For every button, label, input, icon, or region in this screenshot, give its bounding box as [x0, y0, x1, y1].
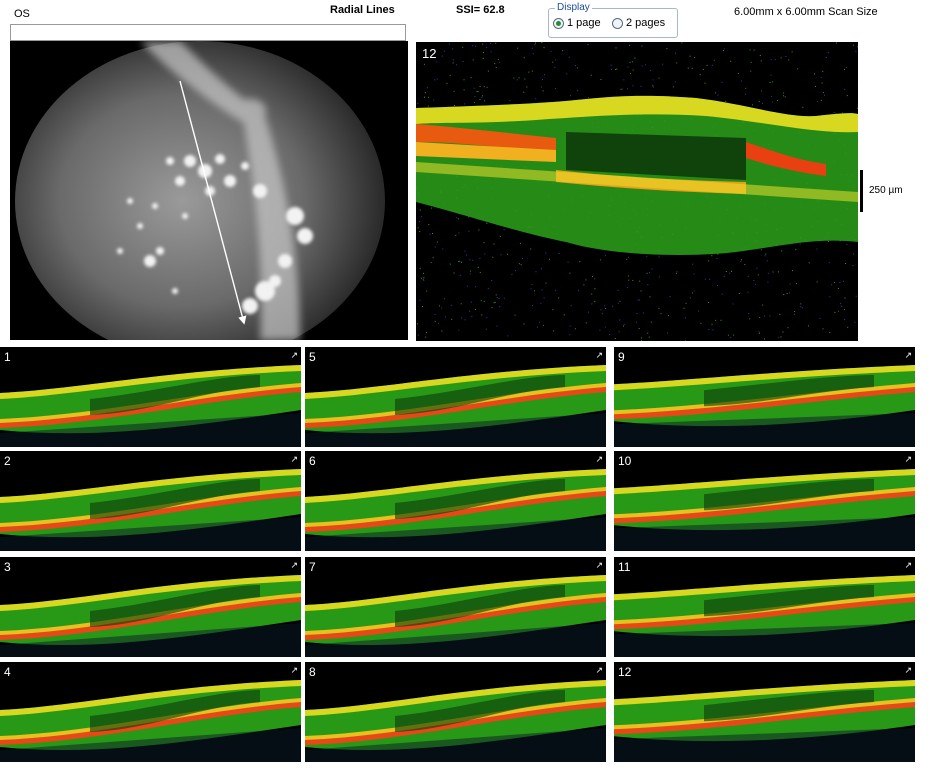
- scan-direction-icon: ↗: [290, 454, 298, 464]
- bscan-cell-graphic: [614, 347, 915, 447]
- display-1page-radio[interactable]: 1 page: [553, 17, 601, 29]
- display-1page-label: 1 page: [567, 17, 601, 29]
- scan-direction-icon: ↗: [595, 350, 603, 360]
- bscan-cell[interactable]: 4 ↗: [0, 662, 301, 762]
- fundus-header-bar: [10, 24, 406, 41]
- bscan-cell-label: 11: [618, 560, 631, 574]
- bscan-cell[interactable]: 2 ↗: [0, 451, 301, 551]
- scan-direction-icon: ↗: [595, 665, 603, 675]
- ssi-label: SSI= 62.8: [456, 4, 505, 16]
- scale-label: 250 µm: [869, 185, 903, 196]
- bscan-cell-label: 6: [309, 454, 316, 468]
- bscan-cell-label: 5: [309, 350, 316, 364]
- radio-unselected-icon: [612, 17, 623, 29]
- bscan-cell-graphic: [614, 662, 915, 762]
- bscan-cell-label: 3: [4, 560, 11, 574]
- scan-mode-label: Radial Lines: [330, 4, 395, 16]
- bscan-cell-graphic: [305, 557, 606, 657]
- bscan-cell[interactable]: 1 ↗: [0, 347, 301, 447]
- bscan-cell[interactable]: 3 ↗: [0, 557, 301, 657]
- scan-direction-icon: ↗: [904, 454, 912, 464]
- scan-direction-icon: ↗: [904, 560, 912, 570]
- bscan-cell-label: 9: [618, 350, 625, 364]
- display-2pages-radio[interactable]: 2 pages: [612, 17, 665, 29]
- scan-direction-icon: ↗: [904, 350, 912, 360]
- bscan-cell[interactable]: 9 ↗: [614, 347, 915, 447]
- display-legend: Display: [555, 2, 592, 13]
- bscan-cell-label: 8: [309, 665, 316, 679]
- scan-direction-icon: ↗: [595, 560, 603, 570]
- fundus-image[interactable]: [10, 41, 408, 340]
- bscan-cell[interactable]: 10 ↗: [614, 451, 915, 551]
- bscan-cell-graphic: [614, 451, 915, 551]
- bscan-cell[interactable]: 7 ↗: [305, 557, 606, 657]
- bscan-cell-graphic: [0, 347, 301, 447]
- scan-direction-icon: ↗: [290, 665, 298, 675]
- fundus-graphic: [10, 41, 408, 340]
- scan-size-label: 6.00mm x 6.00mm Scan Size: [734, 6, 878, 18]
- bscan-cell-graphic: [305, 347, 606, 447]
- radio-selected-icon: [553, 17, 564, 29]
- main-bscan-label: 12: [422, 46, 437, 61]
- bscan-cell-label: 10: [618, 454, 632, 468]
- scan-direction-icon: ↗: [290, 560, 298, 570]
- scan-direction-icon: ↗: [290, 350, 298, 360]
- scan-direction-icon: ↗: [904, 665, 912, 675]
- bscan-cell-graphic: [0, 662, 301, 762]
- bscan-cell-label: 7: [309, 560, 316, 574]
- main-bscan[interactable]: 12: [416, 42, 858, 341]
- scale-bar: [860, 170, 863, 212]
- bscan-cell[interactable]: 5 ↗: [305, 347, 606, 447]
- bscan-cell-label: 12: [618, 665, 632, 679]
- eye-label: OS: [14, 8, 30, 20]
- bscan-cell[interactable]: 6 ↗: [305, 451, 606, 551]
- display-group: Display 1 page 2 pages: [548, 2, 678, 38]
- bscan-cell-graphic: [305, 451, 606, 551]
- bscan-cell-graphic: [305, 662, 606, 762]
- bscan-cell[interactable]: 11 ↗: [614, 557, 915, 657]
- bscan-cell-label: 4: [4, 665, 11, 679]
- bscan-cell-graphic: [0, 557, 301, 657]
- scan-direction-icon: ↗: [595, 454, 603, 464]
- main-bscan-graphic: [416, 42, 858, 341]
- bscan-cell[interactable]: 8 ↗: [305, 662, 606, 762]
- bscan-cell-label: 2: [4, 454, 11, 468]
- bscan-cell[interactable]: 12 ↗: [614, 662, 915, 762]
- bscan-cell-graphic: [0, 451, 301, 551]
- bscan-cell-label: 1: [4, 350, 11, 364]
- display-2pages-label: 2 pages: [626, 17, 666, 29]
- bscan-cell-graphic: [614, 557, 915, 657]
